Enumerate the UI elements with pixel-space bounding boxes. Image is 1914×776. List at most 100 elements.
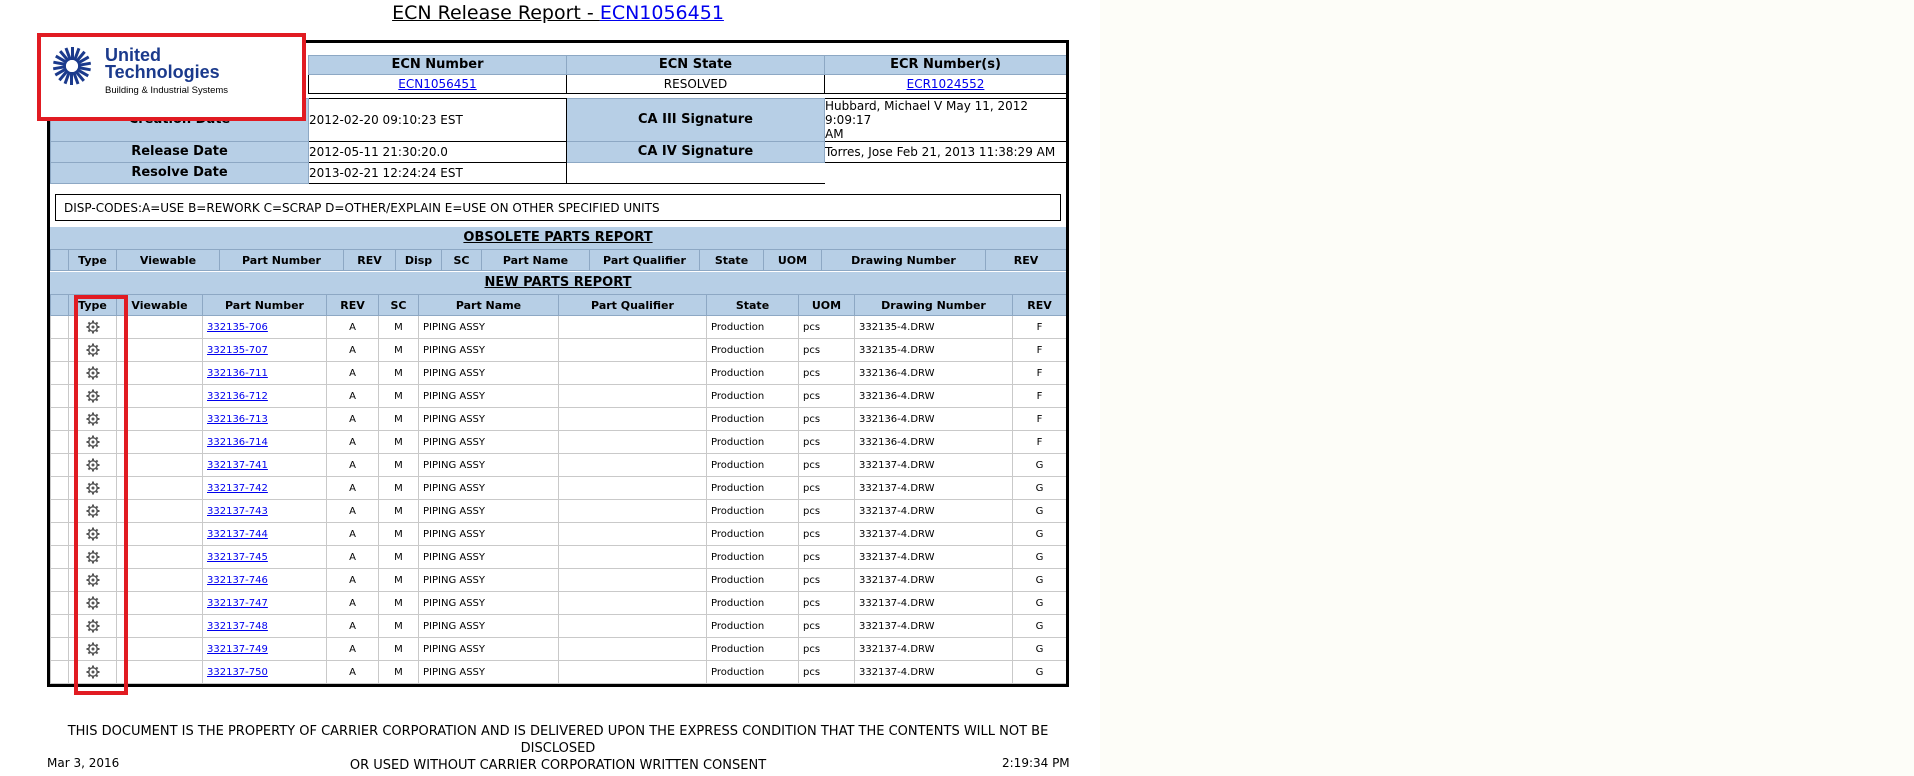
- viewable-cell: [116, 614, 203, 638]
- uom-cell: pcs: [798, 384, 855, 408]
- table-row: 332136-713 A M PIPING ASSY Production pcs 3321…: [50, 407, 1066, 431]
- part-number-link[interactable]: 332135-706: [207, 322, 268, 333]
- uom-cell: pcs: [798, 522, 855, 546]
- rev-cell: A: [326, 660, 379, 684]
- print-date: Mar 3, 2016: [47, 756, 120, 770]
- drawing-rev-cell: G: [1012, 453, 1066, 477]
- drawing-number-cell: 332136-4.DRW: [854, 430, 1013, 454]
- rev-cell: A: [326, 430, 379, 454]
- new-parts-header-row: Type Viewable Part Number REV SC Part Name Par…: [50, 294, 1066, 316]
- uom-cell: pcs: [798, 637, 855, 661]
- state-cell: Production: [706, 453, 799, 477]
- part-number-link[interactable]: 332136-714: [207, 437, 268, 448]
- drawing-number-cell: 332137-4.DRW: [854, 453, 1013, 477]
- part-number-link[interactable]: 332136-712: [207, 391, 268, 402]
- obsolete-col-header: REV: [343, 249, 396, 271]
- part-number-link[interactable]: 332137-748: [207, 621, 268, 632]
- release-date-value: 2012-05-11 21:30:20.0: [308, 140, 567, 163]
- viewable-cell: [116, 499, 203, 523]
- table-row: 332137-742 A M PIPING ASSY Production pcs 3321…: [50, 476, 1066, 500]
- part-number-link[interactable]: 332137-749: [207, 644, 268, 655]
- ecr-number-link[interactable]: ECR1024552: [907, 77, 985, 91]
- part-number-cell: 332137-748: [202, 614, 327, 638]
- drawing-rev-cell: F: [1012, 315, 1066, 339]
- part-qualifier-cell: [558, 568, 707, 592]
- rev-cell: A: [326, 361, 379, 385]
- uom-cell: pcs: [798, 361, 855, 385]
- uom-cell: pcs: [798, 476, 855, 500]
- part-name-cell: PIPING ASSY: [418, 591, 559, 615]
- obsolete-col-header: SC: [441, 249, 482, 271]
- creation-date-value: 2012-02-20 09:10:23 EST: [308, 97, 567, 142]
- part-number-link[interactable]: 332137-750: [207, 667, 268, 678]
- part-number-cell: 332137-746: [202, 568, 327, 592]
- part-number-cell: 332137-743: [202, 499, 327, 523]
- new-parts-col-header: Part Number: [202, 294, 327, 316]
- obsolete-parts-header-row: Type Viewable Part Number REV Disp SC Part Nam…: [50, 249, 1066, 271]
- rev-cell: A: [326, 384, 379, 408]
- report-frame: ECN Number ECN State ECR Number(s) ECN10…: [47, 40, 1069, 687]
- state-cell: Production: [706, 315, 799, 339]
- new-parts-col-header: REV: [1012, 294, 1066, 316]
- state-cell: Production: [706, 361, 799, 385]
- part-qualifier-cell: [558, 545, 707, 569]
- state-cell: Production: [706, 499, 799, 523]
- sc-cell: M: [378, 430, 419, 454]
- part-number-link[interactable]: 332136-713: [207, 414, 268, 425]
- sc-cell: M: [378, 637, 419, 661]
- table-row: 332135-706 A M PIPING ASSY Production pcs 3321…: [50, 315, 1066, 339]
- part-number-cell: 332136-714: [202, 430, 327, 454]
- part-number-link[interactable]: 332137-744: [207, 529, 268, 540]
- uom-cell: pcs: [798, 614, 855, 638]
- state-cell: Production: [706, 568, 799, 592]
- new-parts-col-header: Drawing Number: [854, 294, 1013, 316]
- table-row: 332137-745 A M PIPING ASSY Production pcs 3321…: [50, 545, 1066, 569]
- rev-cell: A: [326, 614, 379, 638]
- resolve-date-value: 2013-02-21 12:24:24 EST: [308, 161, 567, 184]
- part-number-link[interactable]: 332137-742: [207, 483, 268, 494]
- table-row: 332135-707 A M PIPING ASSY Production pcs 3321…: [50, 338, 1066, 362]
- part-number-link[interactable]: 332136-711: [207, 368, 268, 379]
- viewable-cell: [116, 545, 203, 569]
- rev-cell: A: [326, 407, 379, 431]
- confidentiality-notice: THIS DOCUMENT IS THE PROPERTY OF CARRIER…: [47, 723, 1069, 774]
- sc-cell: M: [378, 315, 419, 339]
- new-parts-col-header: Part Name: [418, 294, 559, 316]
- type-column-highlight: [74, 295, 128, 695]
- drawing-rev-cell: G: [1012, 591, 1066, 615]
- viewable-cell: [116, 660, 203, 684]
- uom-cell: pcs: [798, 499, 855, 523]
- part-qualifier-cell: [558, 315, 707, 339]
- resolve-date-label: Resolve Date: [50, 161, 309, 184]
- viewable-cell: [116, 430, 203, 454]
- part-qualifier-cell: [558, 338, 707, 362]
- drawing-rev-cell: G: [1012, 614, 1066, 638]
- part-number-link[interactable]: 332137-747: [207, 598, 268, 609]
- uom-cell: pcs: [798, 453, 855, 477]
- part-number-link[interactable]: 332137-746: [207, 575, 268, 586]
- new-parts-table: Type Viewable Part Number REV SC Part Name Par…: [50, 294, 1066, 684]
- part-number-link[interactable]: 332135-707: [207, 345, 268, 356]
- table-row: 332137-747 A M PIPING ASSY Production pcs 3321…: [50, 591, 1066, 615]
- part-number-link[interactable]: 332137-743: [207, 506, 268, 517]
- notice-line2: OR USED WITHOUT CARRIER CORPORATION WRIT…: [349, 758, 767, 773]
- report-title: ECN Release Report - ECN1056451: [0, 0, 1116, 26]
- part-number-link[interactable]: 332137-745: [207, 552, 268, 563]
- report-title-ecn-link[interactable]: ECN1056451: [600, 2, 724, 24]
- viewable-cell: [116, 476, 203, 500]
- obsolete-col-header: REV: [985, 249, 1066, 271]
- ca3-signature-label: CA III Signature: [566, 97, 825, 142]
- part-name-cell: PIPING ASSY: [418, 430, 559, 454]
- viewable-cell: [116, 384, 203, 408]
- part-qualifier-cell: [558, 384, 707, 408]
- sc-cell: M: [378, 545, 419, 569]
- part-name-cell: PIPING ASSY: [418, 384, 559, 408]
- part-number-cell: 332137-741: [202, 453, 327, 477]
- drawing-rev-cell: F: [1012, 361, 1066, 385]
- viewable-cell: [116, 315, 203, 339]
- ecn-number-link[interactable]: ECN1056451: [398, 77, 476, 91]
- part-number-link[interactable]: 332137-741: [207, 460, 268, 471]
- drawing-number-cell: 332135-4.DRW: [854, 315, 1013, 339]
- ut-logo-icon: [52, 47, 92, 85]
- part-number-cell: 332136-712: [202, 384, 327, 408]
